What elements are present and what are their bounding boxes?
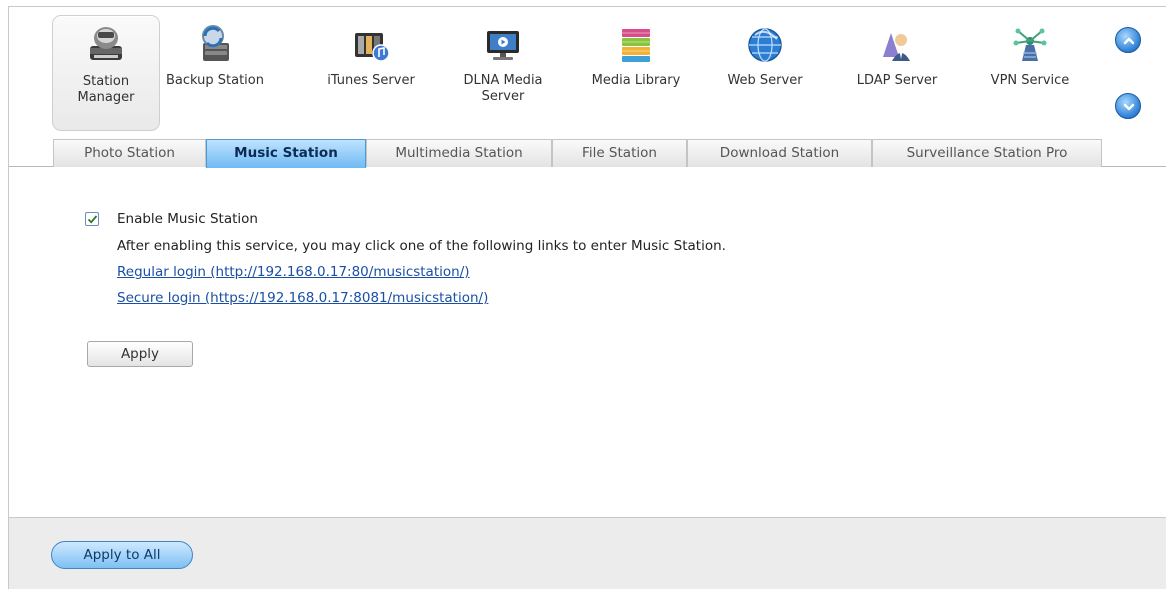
- vpn-service-icon: [1013, 28, 1047, 61]
- web-server-icon: [748, 28, 782, 62]
- enable-music-station-checkbox[interactable]: [85, 212, 99, 226]
- apply-button[interactable]: Apply: [87, 341, 193, 367]
- app-station-manager[interactable]: Station Manager: [52, 15, 160, 131]
- tab-download-station[interactable]: Download Station: [687, 139, 872, 167]
- scroll-up-button[interactable]: [1115, 27, 1141, 53]
- app-label: DLNA Media Server: [463, 73, 543, 104]
- itunes-server-icon: [355, 33, 390, 62]
- app-label: Web Server: [727, 73, 803, 88]
- app-toolbar: Station Manager Backup Station iTunes Se…: [9, 7, 1166, 168]
- enable-music-station-label: Enable Music Station: [117, 211, 258, 227]
- ldap-server-icon: [883, 33, 910, 61]
- tab-surveillance-station-pro[interactable]: Surveillance Station Pro: [872, 139, 1102, 167]
- tab-photo-station[interactable]: Photo Station: [53, 139, 206, 167]
- app-web-server[interactable]: Web Server: [711, 15, 819, 131]
- scroll-down-button[interactable]: [1115, 93, 1141, 119]
- app-itunes-server[interactable]: iTunes Server: [317, 15, 425, 131]
- chevron-up-icon: [1123, 37, 1135, 45]
- app-media-library[interactable]: Media Library: [574, 15, 698, 131]
- media-library-icon: [622, 29, 650, 62]
- description-text: After enabling this service, you may cli…: [117, 238, 726, 254]
- tab-music-station[interactable]: Music Station: [206, 139, 366, 168]
- tab-bar: Photo Station Music Station Multimedia S…: [9, 139, 1166, 168]
- station-manager-icon: [90, 27, 122, 60]
- app-label: VPN Service: [990, 73, 1070, 88]
- backup-station-icon: [202, 25, 229, 61]
- app-label: Backup Station: [165, 73, 264, 88]
- checkmark-icon: [87, 215, 98, 224]
- footer-bar: Apply to All: [9, 517, 1166, 589]
- app-label: iTunes Server: [327, 73, 415, 88]
- apply-to-all-button[interactable]: Apply to All: [51, 541, 193, 569]
- dlna-media-server-icon: [487, 31, 519, 60]
- app-dlna-media-server[interactable]: DLNA Media Server: [449, 15, 557, 131]
- app-label: Media Library: [591, 73, 681, 88]
- chevron-down-icon: [1123, 103, 1135, 111]
- app-vpn-service[interactable]: VPN Service: [973, 15, 1087, 131]
- application-window: Station Manager Backup Station iTunes Se…: [8, 6, 1166, 589]
- tab-multimedia-station[interactable]: Multimedia Station: [366, 139, 552, 167]
- regular-login-link[interactable]: Regular login (http://192.168.0.17:80/mu…: [117, 264, 470, 280]
- music-station-panel: Enable Music Station After enabling this…: [9, 168, 1166, 517]
- app-label: Station Manager: [77, 74, 135, 105]
- app-label: LDAP Server: [856, 73, 938, 88]
- app-ldap-server[interactable]: LDAP Server: [843, 15, 951, 131]
- tab-file-station[interactable]: File Station: [552, 139, 687, 167]
- app-backup-station[interactable]: Backup Station: [161, 15, 269, 131]
- secure-login-link[interactable]: Secure login (https://192.168.0.17:8081/…: [117, 290, 488, 306]
